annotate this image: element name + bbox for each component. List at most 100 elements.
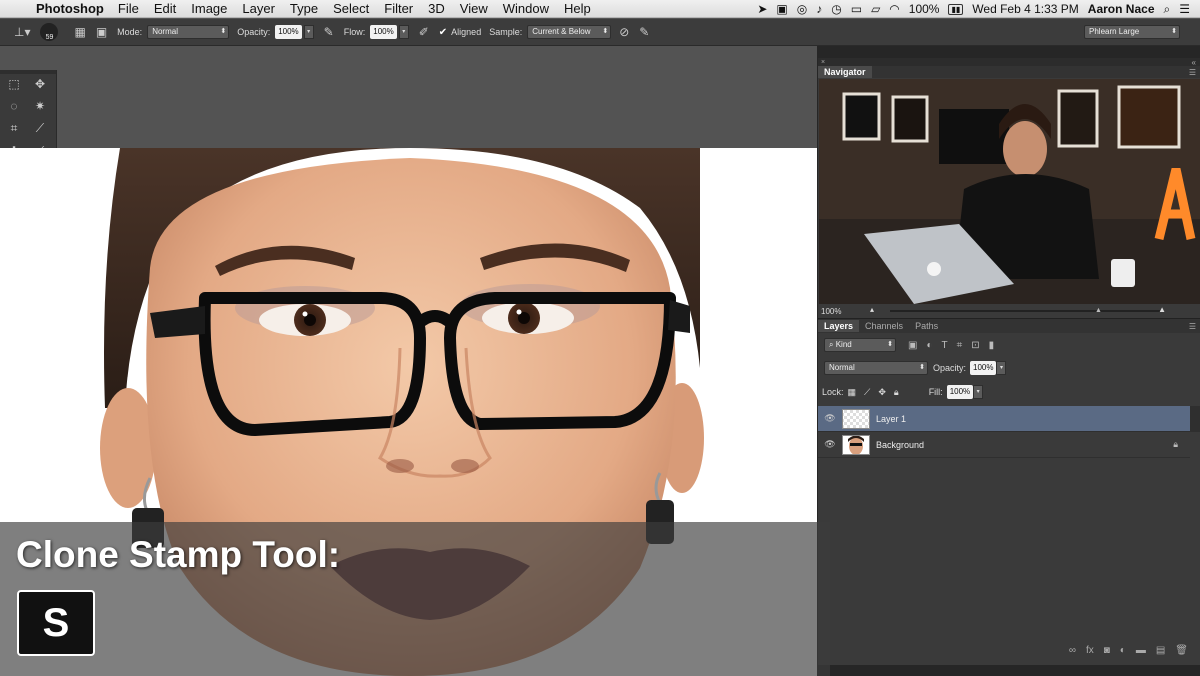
opacity-input[interactable]: 100% <box>275 25 302 39</box>
menu-filter[interactable]: Filter <box>384 1 413 16</box>
menu-layer[interactable]: Layer <box>242 1 275 16</box>
delete-layer-icon[interactable]: 🗑︎ <box>1175 645 1188 656</box>
spotlight-search-icon[interactable]: ⌕ <box>1164 2 1171 17</box>
navigator-zoom-slider[interactable]: ▲ <box>890 307 1160 314</box>
visibility-eye-icon[interactable]: 👁︎ <box>818 413 842 424</box>
telegram-icon[interactable]: ➤ <box>757 2 767 16</box>
aligned-checkbox[interactable]: ✔ <box>439 27 447 38</box>
menu-type[interactable]: Type <box>290 1 318 16</box>
clone-stamp-preset-icon[interactable]: ⊥▾ <box>14 25 30 39</box>
navigator-zoom-value[interactable]: 100% <box>821 307 841 316</box>
filter-type-icon[interactable]: T <box>942 340 948 351</box>
menu-app-name[interactable]: Photoshop <box>36 1 104 16</box>
navigator-panel-header[interactable]: × « <box>818 58 1200 67</box>
tab-channels[interactable]: Channels <box>859 320 909 332</box>
lasso-tool-icon[interactable]: ◌ <box>6 98 22 114</box>
layer-opacity-input[interactable]: 100% <box>970 361 997 375</box>
fill-input[interactable]: 100% <box>946 385 974 399</box>
menu-help[interactable]: Help <box>564 1 591 16</box>
menu-window[interactable]: Window <box>503 1 549 16</box>
zoom-out-icon[interactable]: ▴ <box>870 305 874 314</box>
magic-wand-tool-icon[interactable]: ✷ <box>32 98 48 114</box>
notification-icon[interactable]: ♪ <box>816 2 822 16</box>
new-layer-icon[interactable]: ▤ <box>1156 645 1165 656</box>
tab-layers[interactable]: Layers <box>818 320 860 332</box>
zoom-in-icon[interactable]: ▲ <box>1158 305 1166 314</box>
tab-paths[interactable]: Paths <box>909 320 944 332</box>
flow-label: Flow: <box>343 27 366 37</box>
brush-panel-icon[interactable]: ▦ <box>74 25 85 39</box>
filter-pixel-icon[interactable]: ▣ <box>908 340 917 351</box>
sample-select[interactable]: Current & Below <box>527 25 612 39</box>
new-adjustment-layer-icon[interactable]: ◐ <box>1120 645 1126 656</box>
filter-shape-icon[interactable]: ⌗ <box>957 340 963 351</box>
user-name[interactable]: Aaron Nace <box>1088 2 1155 16</box>
lock-transparent-icon[interactable]: ▦ <box>848 387 857 398</box>
lock-position-icon[interactable]: ✥ <box>878 387 886 398</box>
airbrush-icon[interactable]: ✐ <box>419 25 429 39</box>
mode-select[interactable]: Normal <box>147 25 230 39</box>
menu-file[interactable]: File <box>118 1 139 16</box>
blend-mode-select[interactable]: Normal <box>824 361 928 375</box>
pressure-opacity-icon[interactable]: ✎ <box>324 25 334 39</box>
visibility-eye-icon[interactable]: 👁︎ <box>818 439 842 450</box>
layer-name[interactable]: Background <box>876 440 924 450</box>
clock[interactable]: Wed Feb 4 1:33 PM <box>972 2 1079 16</box>
navigator-panel: × « Navigator ☰ 100% ▴ ▲ ▲ <box>818 58 1200 319</box>
tab-navigator[interactable]: Navigator <box>818 66 872 78</box>
video-icon[interactable]: ▣ <box>776 2 787 16</box>
eyedropper-tool-icon[interactable]: ⟋ <box>32 120 48 136</box>
layer-row-layer-1[interactable]: 👁︎ Layer 1 <box>818 406 1190 432</box>
kind-label: Kind <box>835 340 852 349</box>
layers-panel: Layers Channels Paths ☰ ⌕ Kind ▣ ◐ T ⌗ ⊡… <box>818 319 1200 665</box>
menu-3d[interactable]: 3D <box>428 1 445 16</box>
filter-adjustment-icon[interactable]: ◐ <box>926 340 932 351</box>
layer-filter-kind-select[interactable]: ⌕ Kind <box>824 338 896 352</box>
filter-smart-object-icon[interactable]: ⊡ <box>971 340 979 351</box>
notification-center-icon[interactable]: ☰ <box>1179 2 1190 16</box>
clone-source-icon[interactable]: ▣ <box>96 25 107 39</box>
fill-dropdown[interactable]: ▾ <box>973 385 984 399</box>
crop-tool-icon[interactable]: ⌗ <box>6 120 22 136</box>
filter-toggle-icon[interactable]: ▮ <box>989 340 995 351</box>
brush-size-picker[interactable]: 59 <box>40 23 59 41</box>
new-group-icon[interactable]: ▬ <box>1136 645 1146 656</box>
navigator-zoom-thumb[interactable]: ▲ <box>1095 307 1102 314</box>
layer-opacity-dropdown[interactable]: ▾ <box>996 361 1007 375</box>
menu-image[interactable]: Image <box>191 1 227 16</box>
lock-all-icon[interactable]: 🔒︎ <box>894 387 899 398</box>
time-machine-icon[interactable]: ◷ <box>831 2 841 16</box>
navigator-preview[interactable] <box>819 79 1200 304</box>
marquee-tool-icon[interactable]: ⬚ <box>6 76 22 92</box>
pressure-size-icon[interactable]: ✎ <box>639 25 649 39</box>
close-panel-icon[interactable]: × <box>821 59 825 66</box>
shortcut-key-badge: S <box>17 590 95 656</box>
flow-input[interactable]: 100% <box>370 25 397 39</box>
layer-style-icon[interactable]: fx <box>1086 645 1094 656</box>
creative-cloud-icon[interactable]: ◎ <box>797 2 807 16</box>
battery-icon[interactable]: ▮▮ <box>948 3 964 15</box>
menu-select[interactable]: Select <box>333 1 369 16</box>
add-mask-icon[interactable]: ◙ <box>1104 645 1110 656</box>
menu-edit[interactable]: Edit <box>154 1 176 16</box>
layer-row-background[interactable]: 👁︎ Background 🔒︎ <box>818 432 1190 458</box>
layers-scrollbar[interactable] <box>1190 406 1200 432</box>
link-layers-icon[interactable]: ∞ <box>1069 645 1076 656</box>
ignore-adjustment-layers-icon[interactable]: ⊘ <box>619 25 629 39</box>
collapse-panel-icon[interactable]: « <box>1192 58 1196 67</box>
navigator-panel-menu-icon[interactable]: ☰ <box>1189 68 1196 77</box>
layers-panel-menu-icon[interactable]: ☰ <box>1189 322 1196 331</box>
lock-pixels-icon[interactable]: ⟋ <box>864 387 870 398</box>
airplay-icon[interactable]: ▱ <box>871 2 880 16</box>
flow-dropdown[interactable]: ▾ <box>398 25 409 39</box>
mac-menu-bar: Photoshop File Edit Image Layer Type Sel… <box>0 0 1200 18</box>
move-tool-icon[interactable]: ✥ <box>32 76 48 92</box>
tools-panel-grip[interactable] <box>0 70 56 74</box>
opacity-dropdown[interactable]: ▾ <box>303 25 314 39</box>
layer-name[interactable]: Layer 1 <box>876 414 906 424</box>
display-icon[interactable]: ▭ <box>851 2 862 16</box>
wifi-icon[interactable]: ◠ <box>889 2 899 16</box>
workspace-select[interactable]: Phlearn Large <box>1084 25 1180 39</box>
navigator-tab-row: Navigator ☰ <box>818 66 1200 78</box>
menu-view[interactable]: View <box>460 1 488 16</box>
